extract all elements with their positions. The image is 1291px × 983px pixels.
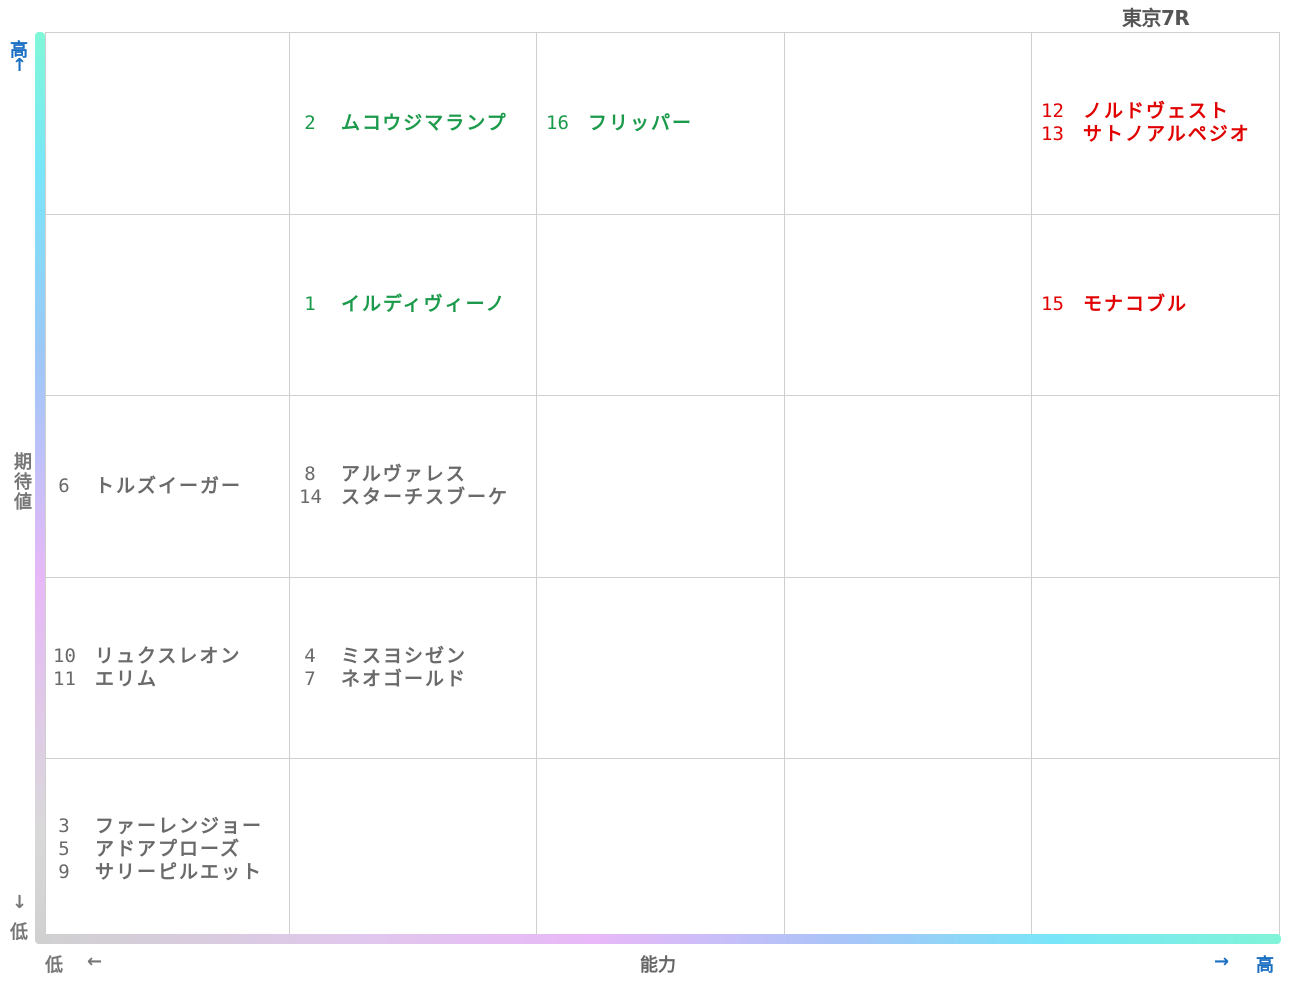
grid-cell: 15 モナコブル	[1041, 214, 1277, 395]
horse-name: ファーレンジョー	[95, 814, 264, 837]
grid-cell: 10 リュクスレオン 11 エリム	[53, 577, 285, 758]
y-axis-label: 期待値	[11, 452, 32, 512]
horse-name: アドアプローズ	[95, 837, 242, 860]
horse-number: 7	[304, 667, 316, 690]
horse-number: 9	[58, 860, 70, 883]
horse-entry: 5 アドアプローズ	[53, 838, 285, 861]
horse-entry: 14 スターチスブーケ	[299, 486, 534, 509]
horse-number: 2	[304, 111, 316, 134]
horse-name: ミスヨシゼン	[341, 644, 468, 667]
horse-name: ムコウジマランプ	[341, 111, 508, 134]
horse-name: フリッパー	[588, 111, 694, 134]
horse-entry: 4 ミスヨシゼン	[299, 645, 534, 668]
y-low-label: 低	[10, 922, 28, 943]
grid-cell: 8 アルヴァレス 14 スターチスブーケ	[299, 395, 534, 577]
horse-entry: 8 アルヴァレス	[299, 463, 534, 486]
page-title: 東京7R	[1122, 6, 1190, 30]
horse-entry: 3 ファーレンジョー	[53, 815, 285, 838]
horse-name: アルヴァレス	[341, 463, 467, 485]
x-high-arrow: →	[1214, 951, 1230, 972]
horse-name: トルズイーガー	[95, 474, 243, 497]
horse-number: 8	[304, 463, 316, 485]
horse-number: 11	[53, 667, 76, 690]
horse-name: リュクスレオン	[95, 644, 242, 667]
quadrant-grid: 2 ムコウジマランプ 16 フリッパー 12 ノルドヴェスト 13 サトノアルペジオ 1 イルディ…	[45, 32, 1280, 941]
horse-entry: 2 ムコウジマランプ	[299, 112, 534, 135]
y-low-arrow: ↓	[12, 892, 28, 913]
x-axis-label: 能力	[640, 955, 676, 976]
grid-cell: 4 ミスヨシゼン 7 ネオゴールド	[299, 577, 534, 758]
grid-column-line	[289, 32, 290, 940]
horse-name: サリーピルエット	[95, 860, 264, 883]
grid-column-line	[45, 32, 46, 940]
horse-number: 4	[304, 644, 316, 667]
horse-entry: 6 トルズイーガー	[53, 475, 285, 498]
horse-entry: 12 ノルドヴェスト	[1041, 100, 1277, 123]
horse-name: ノルドヴェスト	[1083, 100, 1231, 122]
horse-number: 13	[1041, 123, 1064, 145]
horse-name: エリム	[95, 667, 159, 690]
grid-column-line	[1279, 32, 1280, 940]
horse-entry: 16 フリッパー	[546, 112, 782, 135]
horse-entry: 10 リュクスレオン	[53, 645, 285, 668]
horse-entry: 13 サトノアルペジオ	[1041, 123, 1277, 146]
horse-number: 5	[58, 837, 70, 860]
horse-number: 16	[546, 111, 569, 134]
horse-name: サトノアルペジオ	[1083, 123, 1251, 145]
grid-cell: 3 ファーレンジョー 5 アドアプローズ 9 サリーピルエット	[53, 758, 285, 940]
grid-column-line	[784, 32, 785, 940]
horse-name: ネオゴールド	[341, 667, 468, 690]
horse-name: イルディヴィーノ	[341, 293, 507, 315]
grid-cell: 1 イルディヴィーノ	[299, 214, 534, 395]
horse-name: スターチスブーケ	[341, 486, 510, 508]
horse-number: 1	[304, 293, 316, 315]
horse-number: 14	[299, 486, 322, 508]
horse-entry: 9 サリーピルエット	[53, 861, 285, 884]
horse-entry: 15 モナコブル	[1041, 293, 1277, 316]
y-high-arrow: ↑	[12, 55, 28, 76]
horse-number: 12	[1041, 100, 1064, 122]
horse-number: 6	[58, 474, 70, 497]
y-axis-bar	[35, 32, 45, 942]
grid-cell: 16 フリッパー	[546, 32, 782, 214]
horse-name: モナコブル	[1083, 293, 1189, 315]
horse-number: 10	[53, 644, 76, 667]
x-high-label: 高	[1256, 955, 1274, 976]
grid-column-line	[536, 32, 537, 940]
x-axis-bar	[35, 934, 1281, 944]
x-low-arrow: ←	[87, 951, 103, 972]
grid-cell: 2 ムコウジマランプ	[299, 32, 534, 214]
horse-number: 15	[1041, 293, 1064, 315]
grid-cell: 6 トルズイーガー	[53, 395, 285, 577]
horse-entry: 1 イルディヴィーノ	[299, 293, 534, 316]
x-low-label: 低	[45, 955, 63, 976]
grid-column-line	[1031, 32, 1032, 940]
horse-number: 3	[58, 814, 70, 837]
grid-cell: 12 ノルドヴェスト 13 サトノアルペジオ	[1041, 32, 1277, 214]
horse-entry: 7 ネオゴールド	[299, 668, 534, 691]
horse-entry: 11 エリム	[53, 668, 285, 691]
